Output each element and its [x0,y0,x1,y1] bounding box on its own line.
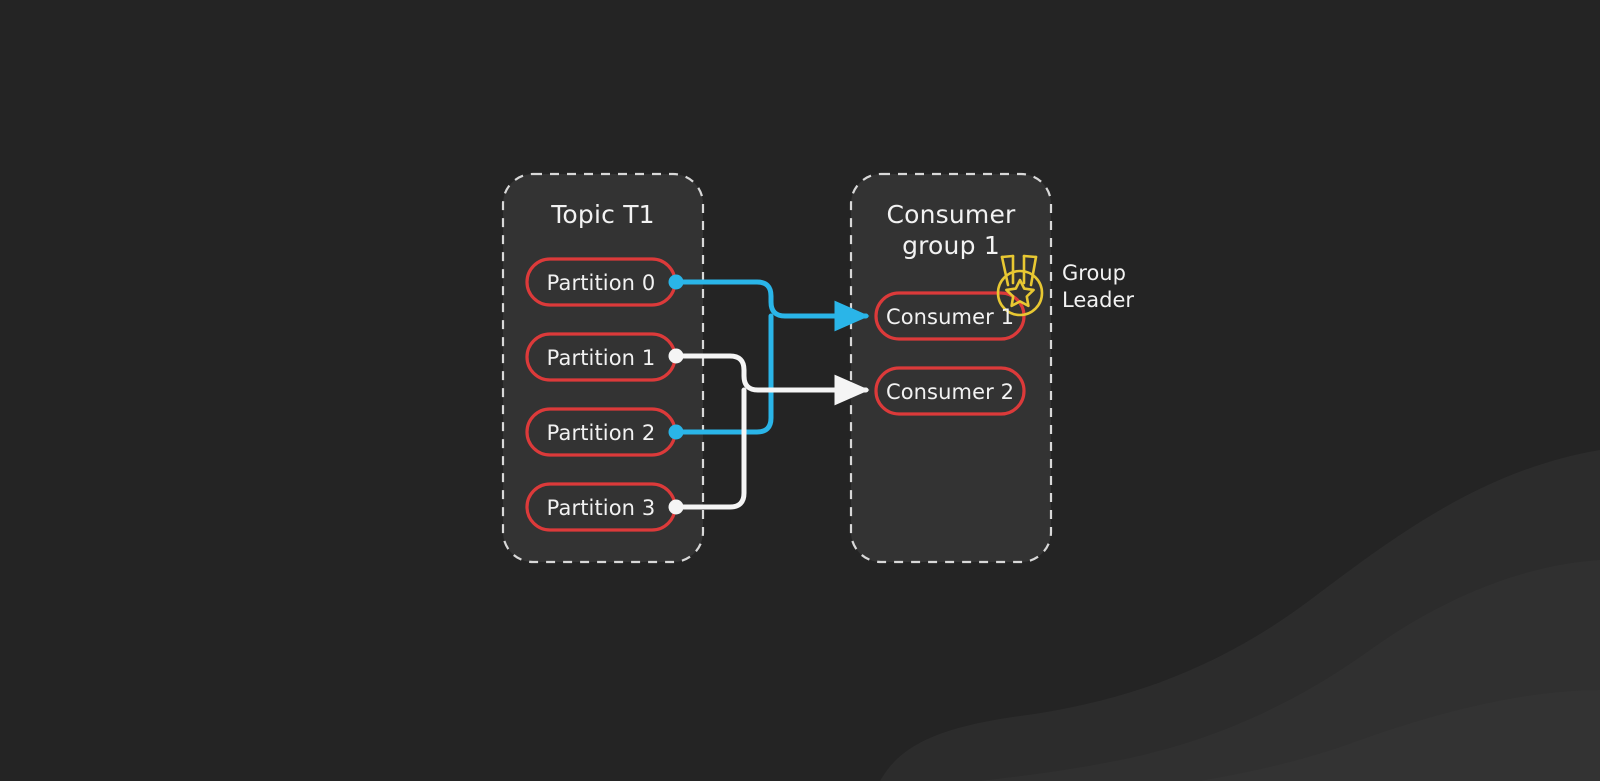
diagram-canvas: Topic T1 Partition 0 Partition 1 Partiti… [0,0,1600,781]
kafka-consumer-group-diagram [501,172,1053,564]
consumer-group-title-line1: Consumer [886,200,1016,229]
consumer-group-title-line2: group 1 [902,231,1000,260]
partition-label-3: Partition 3 [546,496,656,520]
consumer-label-2: Consumer 2 [885,380,1015,404]
partition-label-1: Partition 1 [546,346,656,370]
consumer-label-1: Consumer 1 [885,305,1015,329]
topic-title: Topic T1 [551,200,655,229]
link-partition0-consumer1 [673,279,870,332]
partition-label-2: Partition 2 [546,421,656,445]
partition-label-0: Partition 0 [546,271,656,295]
group-leader-annotation-line1: Group [1062,261,1126,285]
group-leader-annotation-line2: Leader [1062,288,1135,312]
